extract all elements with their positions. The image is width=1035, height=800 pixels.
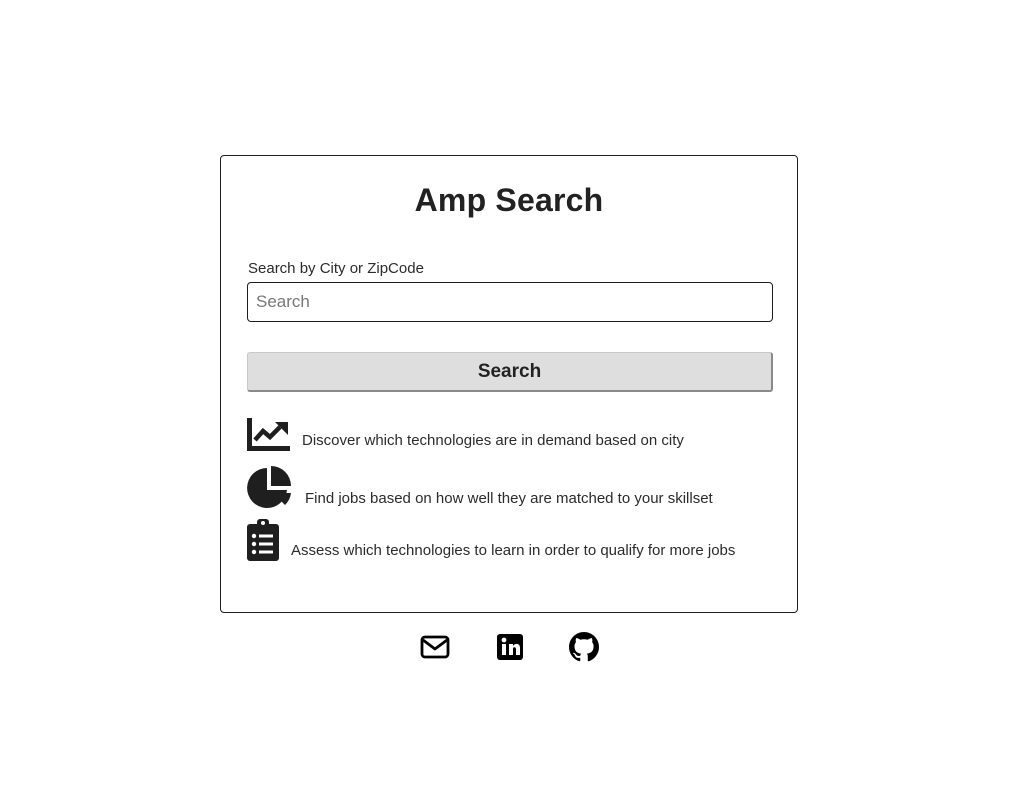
feature-text: Find jobs based on how well they are mat…: [305, 490, 713, 507]
social-links: [0, 632, 1035, 662]
email-link[interactable]: [420, 632, 450, 662]
page: Amp Search Search by City or ZipCode Sea…: [0, 0, 1035, 800]
feature-item: Assess which technologies to learn in or…: [247, 519, 735, 561]
feature-text: Assess which technologies to learn in or…: [291, 542, 736, 559]
feature-text: Discover which technologies are in deman…: [302, 432, 684, 449]
github-icon: [569, 632, 599, 666]
envelope-icon: [420, 635, 450, 666]
pie-chart-icon: [247, 466, 292, 509]
clipboard-list-icon: [247, 519, 279, 561]
feature-item: Discover which technologies are in deman…: [247, 418, 684, 451]
search-input[interactable]: [247, 282, 773, 322]
page-title: Amp Search: [414, 182, 604, 218]
linkedin-link[interactable]: [495, 632, 525, 662]
github-link[interactable]: [569, 632, 599, 662]
linkedin-icon: [495, 634, 525, 666]
search-label: Search by City or ZipCode: [248, 260, 424, 277]
search-card: Amp Search Search by City or ZipCode Sea…: [220, 155, 798, 613]
search-button[interactable]: Search: [247, 352, 773, 392]
chart-line-icon: [247, 418, 290, 451]
feature-item: Find jobs based on how well they are mat…: [247, 466, 713, 509]
